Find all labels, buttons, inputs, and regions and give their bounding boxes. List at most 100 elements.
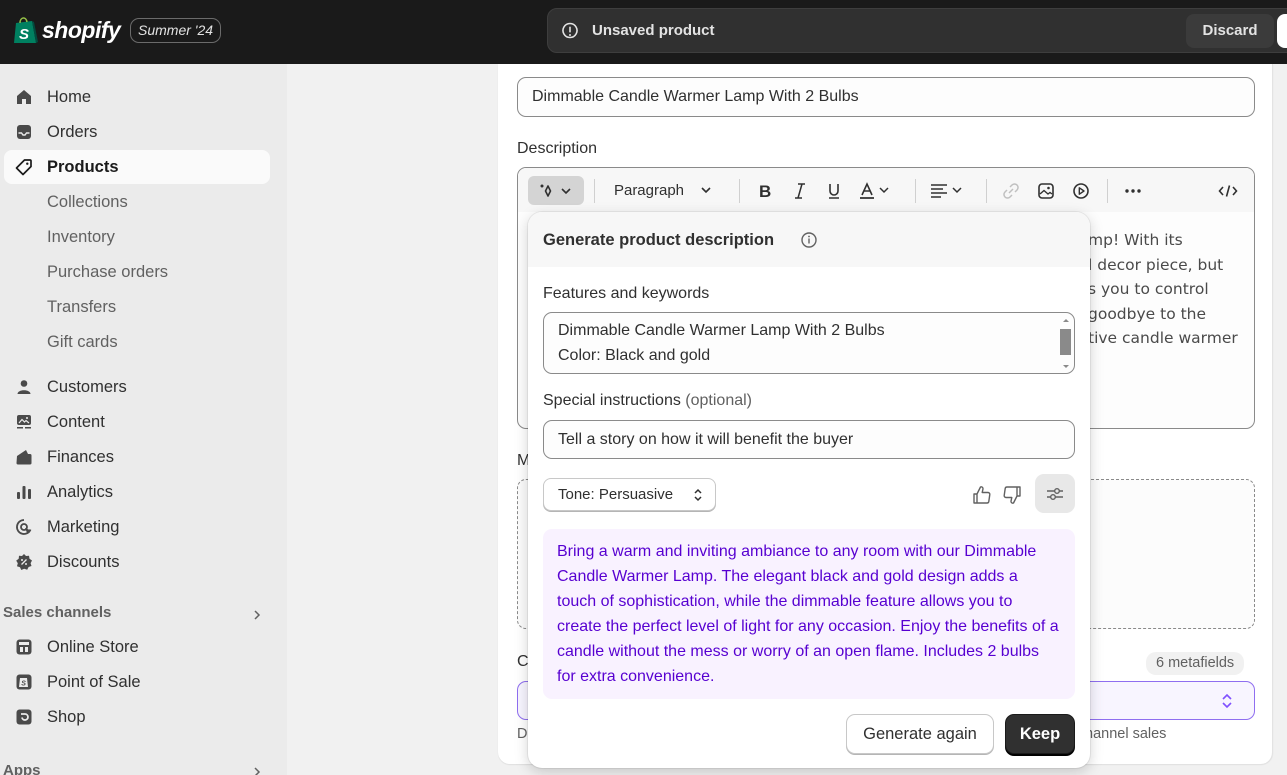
- discard-button[interactable]: Discard: [1186, 14, 1274, 48]
- description-line: goodbye to the: [1088, 304, 1207, 323]
- svg-text:S: S: [19, 26, 29, 43]
- bold-icon: B: [759, 182, 771, 200]
- more-options-button[interactable]: [1120, 176, 1146, 205]
- shopify-logo[interactable]: S shopify: [12, 15, 121, 45]
- thumbs-down-icon[interactable]: [1001, 484, 1023, 506]
- chevron-right-icon[interactable]: [251, 766, 263, 775]
- ai-generate-button[interactable]: [528, 176, 584, 205]
- sidebar-item-point-of-sale[interactable]: S Point of Sale: [4, 665, 270, 699]
- sidebar-item-label: Shop: [47, 707, 86, 726]
- play-circle-icon: [1073, 182, 1089, 199]
- sidebar-item-home[interactable]: Home: [4, 80, 270, 114]
- sales-channels-heading[interactable]: Sales channels: [3, 604, 111, 621]
- generate-again-button[interactable]: Generate again: [846, 714, 994, 754]
- code-icon: [1218, 184, 1238, 197]
- tone-label: Tone: Persuasive: [558, 486, 674, 503]
- sidebar-item-analytics[interactable]: Analytics: [4, 475, 270, 509]
- sidebar-item-label: Point of Sale: [47, 672, 141, 691]
- paragraph-select[interactable]: Paragraph: [604, 176, 724, 205]
- generate-description-popover: Generate product description Features an…: [528, 212, 1090, 768]
- special-instructions-text: Special instructions: [543, 392, 681, 409]
- html-view-button[interactable]: [1215, 176, 1241, 205]
- toolbar-divider: [915, 179, 916, 203]
- thumbs-up-icon[interactable]: [971, 484, 993, 506]
- tone-settings-button[interactable]: [1035, 474, 1075, 513]
- brand-name: shopify: [42, 16, 121, 43]
- top-bar: S shopify Summer '24 Unsaved product Dis…: [0, 0, 1287, 64]
- sidebar-item-transfers[interactable]: Transfers: [4, 290, 270, 324]
- sidebar-item-label: Orders: [47, 122, 98, 141]
- product-title-input[interactable]: Dimmable Candle Warmer Lamp With 2 Bulbs: [517, 77, 1255, 117]
- category-help-tail: hannel sales: [1085, 726, 1167, 742]
- sidebar-item-label: Collections: [47, 192, 128, 211]
- underline-button[interactable]: [821, 176, 847, 205]
- apps-heading[interactable]: Apps: [3, 762, 41, 775]
- edition-badge[interactable]: Summer '24: [130, 18, 222, 43]
- sidebar-item-label: Gift cards: [47, 332, 118, 351]
- text-color-button[interactable]: [857, 176, 899, 205]
- sidebar-item-finances[interactable]: Finances: [4, 440, 270, 474]
- ellipsis-icon: [1125, 188, 1141, 193]
- sidebar-item-customers[interactable]: Customers: [4, 370, 270, 404]
- sidebar-item-orders[interactable]: Orders: [4, 115, 270, 149]
- sidebar-item-gift-cards[interactable]: Gift cards: [4, 325, 270, 359]
- features-textarea[interactable]: Dimmable Candle Warmer Lamp With 2 Bulbs…: [543, 312, 1075, 374]
- insert-image-button[interactable]: [1033, 176, 1059, 205]
- sidebar-item-label: Purchase orders: [47, 262, 169, 281]
- svg-text:B: B: [759, 182, 771, 200]
- image-icon: [1038, 182, 1054, 199]
- special-instructions-label: Special instructions (optional): [543, 392, 752, 410]
- sidebar-item-discounts[interactable]: Discounts: [4, 545, 270, 579]
- orders-icon: [17, 125, 31, 139]
- sidebar-item-content[interactable]: Content: [4, 405, 270, 439]
- info-icon[interactable]: [800, 231, 818, 249]
- sidebar-item-marketing[interactable]: Marketing: [4, 510, 270, 544]
- align-button[interactable]: [928, 176, 970, 205]
- unsaved-message: Unsaved product: [592, 22, 715, 39]
- save-button[interactable]: [1277, 14, 1287, 48]
- scrollbar-thumb[interactable]: [1060, 329, 1071, 355]
- sparkle-icon: [540, 184, 571, 197]
- sidebar: Home Orders Products Collections Invento…: [0, 64, 287, 775]
- sidebar-item-products[interactable]: Products: [4, 150, 270, 184]
- italic-button[interactable]: [787, 176, 813, 205]
- sidebar-item-collections[interactable]: Collections: [4, 185, 270, 219]
- link-button[interactable]: [998, 176, 1024, 205]
- sidebar-item-label: Inventory: [47, 227, 115, 246]
- sliders-icon: [1047, 487, 1063, 500]
- store-icon: [16, 639, 32, 655]
- sidebar-item-label: Marketing: [47, 517, 120, 536]
- target-icon: [16, 519, 32, 535]
- bold-button[interactable]: B: [752, 176, 778, 205]
- sidebar-item-shop[interactable]: Shop: [4, 700, 270, 734]
- underline-icon: [829, 183, 839, 199]
- person-icon: [17, 380, 31, 394]
- chevron-down-icon: [701, 186, 711, 193]
- discount-icon: [16, 554, 32, 570]
- unsaved-changes-bar: Unsaved product Discard: [547, 8, 1287, 53]
- shop-icon: [16, 709, 32, 725]
- content-icon: [17, 415, 31, 429]
- generated-description: Bring a warm and inviting ambiance to an…: [543, 529, 1075, 699]
- toolbar-divider: [1107, 179, 1108, 203]
- tone-select[interactable]: Tone: Persuasive: [543, 478, 716, 511]
- toolbar-divider: [594, 179, 595, 203]
- special-instructions-input[interactable]: Tell a story on how it will benefit the …: [543, 420, 1075, 459]
- insert-video-button[interactable]: [1068, 176, 1094, 205]
- sidebar-item-label: Analytics: [47, 482, 114, 501]
- description-line: mp! With its: [1088, 231, 1183, 249]
- tag-icon: [15, 159, 32, 176]
- editor-toolbar: Paragraph B: [518, 168, 1254, 212]
- features-line: Color: Black and gold: [558, 347, 711, 364]
- optional-hint: (optional): [685, 392, 752, 409]
- keep-button[interactable]: Keep: [1005, 714, 1075, 754]
- sidebar-item-inventory[interactable]: Inventory: [4, 220, 270, 254]
- description-text[interactable]: mp! With its l decor piece, but s you to…: [1088, 228, 1238, 351]
- popover-title: Generate product description: [543, 231, 775, 249]
- select-chevron-icon: [694, 488, 702, 502]
- link-icon: [1003, 182, 1019, 199]
- sidebar-item-purchase-orders[interactable]: Purchase orders: [4, 255, 270, 289]
- chevron-right-icon[interactable]: [251, 609, 263, 621]
- toolbar-divider: [739, 179, 740, 203]
- sidebar-item-online-store[interactable]: Online Store: [4, 630, 270, 664]
